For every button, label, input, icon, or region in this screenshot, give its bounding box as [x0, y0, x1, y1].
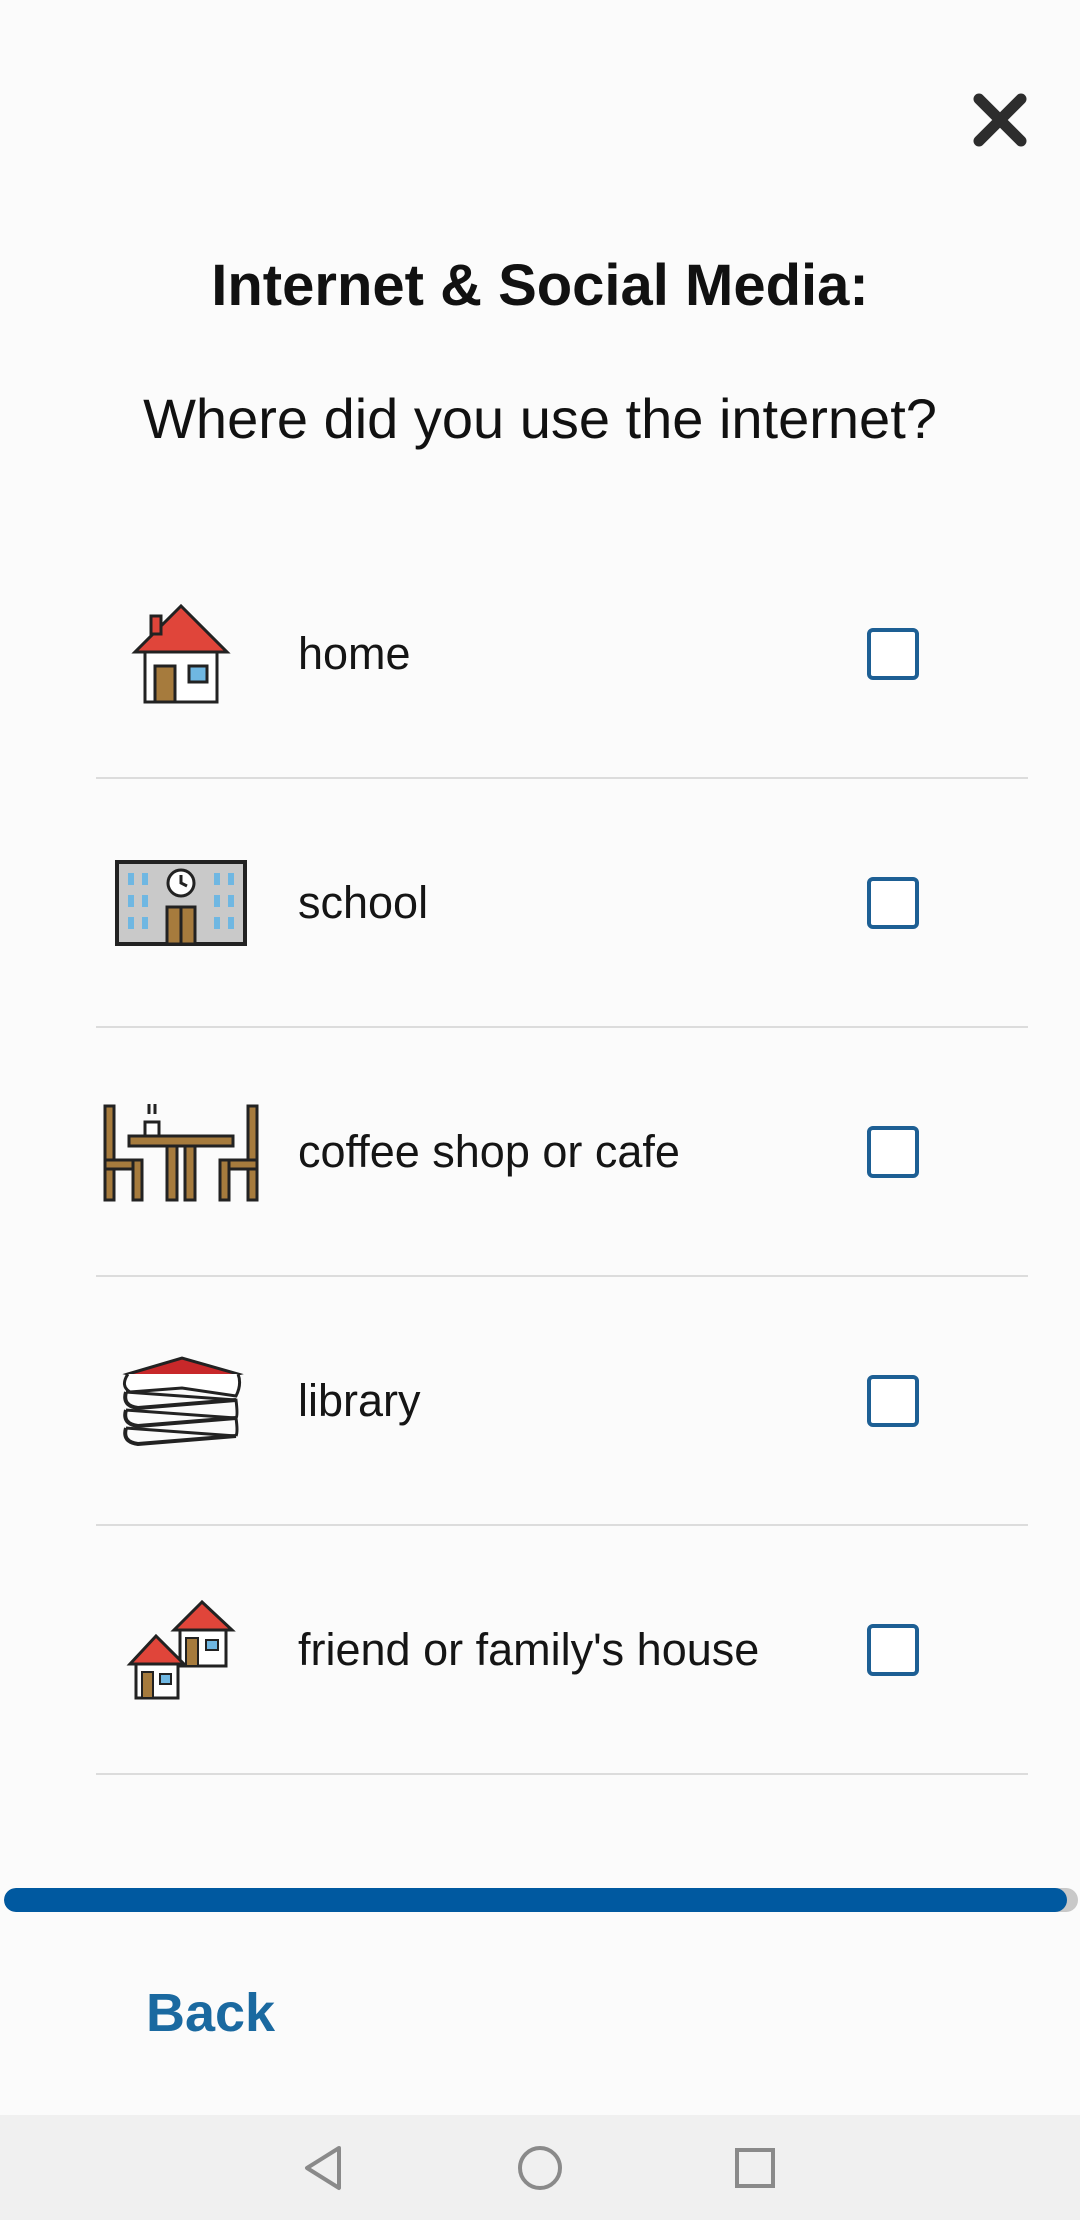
home-circle-icon — [518, 2145, 562, 2190]
option-row-home[interactable]: home — [96, 530, 1028, 779]
checkbox-school[interactable] — [867, 876, 919, 929]
option-row-library[interactable]: library — [96, 1277, 1028, 1526]
back-triangle-icon — [305, 2145, 341, 2190]
back-button[interactable]: Back — [146, 1982, 275, 2044]
nav-home-button[interactable] — [490, 2115, 590, 2220]
system-nav-bar — [0, 2115, 1080, 2220]
option-label: friend or family's house — [298, 1623, 760, 1675]
progress-bar — [4, 1888, 1078, 1912]
close-button[interactable] — [962, 88, 1038, 152]
option-label: coffee shop or cafe — [298, 1125, 680, 1177]
option-label: library — [298, 1374, 421, 1426]
checkbox-home[interactable] — [867, 627, 919, 680]
nav-back-button[interactable] — [273, 2115, 373, 2220]
cafe-table-icon — [96, 1092, 266, 1212]
close-icon — [973, 93, 1027, 147]
option-list: home school coffee shop or cafe library … — [96, 530, 1028, 1775]
house-icon — [96, 594, 266, 714]
books-icon — [96, 1341, 266, 1461]
school-building-icon — [96, 843, 266, 963]
nav-recents-button[interactable] — [705, 2115, 805, 2220]
question-text: Where did you use the internet? — [143, 387, 937, 450]
checkbox-library[interactable] — [867, 1374, 919, 1427]
option-label: school — [298, 876, 429, 928]
option-row-cafe[interactable]: coffee shop or cafe — [96, 1028, 1028, 1277]
recents-square-icon — [735, 2147, 775, 2188]
option-row-school[interactable]: school — [96, 779, 1028, 1028]
option-label: home — [298, 627, 411, 679]
page-title: Internet & Social Media: — [211, 253, 869, 318]
checkbox-cafe[interactable] — [867, 1125, 919, 1178]
houses-icon — [96, 1590, 266, 1710]
checkbox-friend-house[interactable] — [867, 1623, 919, 1676]
option-row-friend-house[interactable]: friend or family's house — [96, 1526, 1028, 1775]
progress-bar-fill — [4, 1888, 1068, 1912]
